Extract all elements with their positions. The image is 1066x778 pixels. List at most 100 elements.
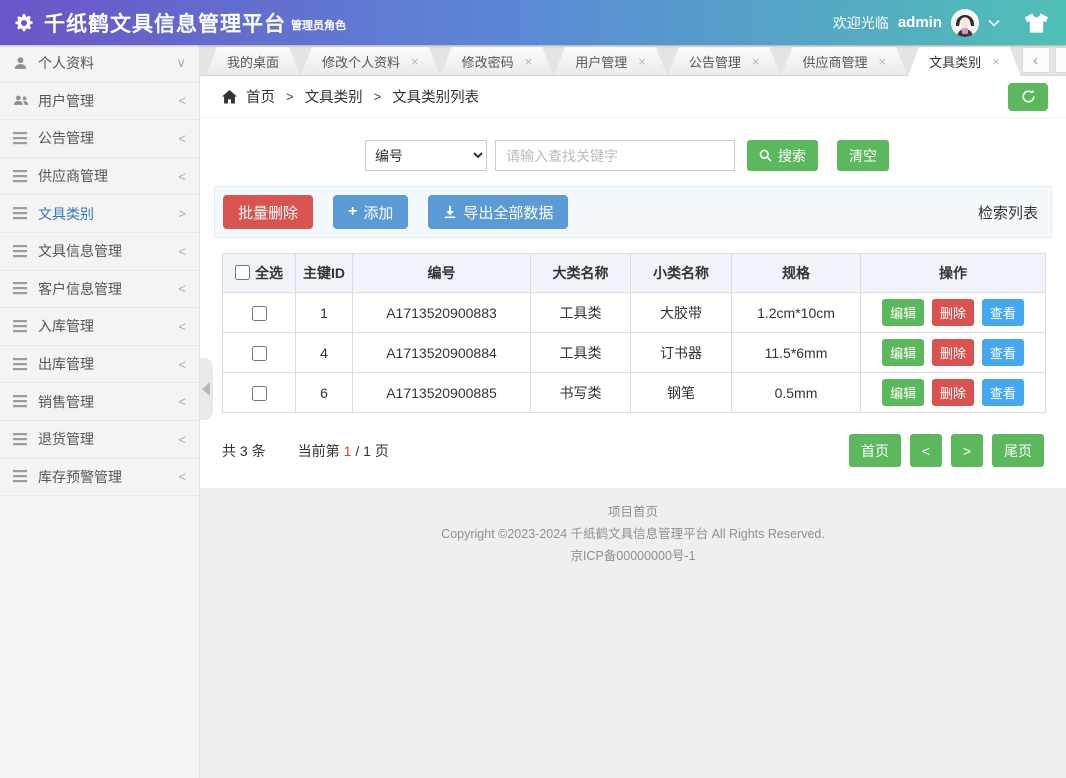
close-icon[interactable]: ×	[752, 54, 760, 69]
username: admin	[898, 14, 942, 31]
chevron-down-icon: ∨	[176, 55, 186, 71]
menu-icon	[12, 170, 29, 183]
col-header-actions: 操作	[861, 254, 1046, 293]
clear-button[interactable]: 清空	[837, 140, 889, 171]
avatar[interactable]	[951, 9, 979, 37]
role-badge: 管理员角色	[291, 17, 346, 38]
screen: 千纸鹤文具信息管理平台 管理员角色 欢迎光临 admin 个人资料 ∨	[0, 0, 1066, 778]
body-row: 个人资料 ∨ 用户管理 < 公告管理 < 供应商管理 < 文具类别 >	[0, 45, 1066, 778]
menu-icon	[12, 282, 29, 295]
content: 编号 搜索 清空 批量删除 +	[200, 118, 1066, 488]
refresh-icon	[1021, 89, 1036, 104]
last-page-button[interactable]: 尾页	[992, 434, 1044, 467]
next-page-button[interactable]: >	[951, 434, 983, 467]
tab-desktop[interactable]: 我的桌面	[206, 47, 300, 75]
pagination-row: 共 3 条 当前第 1 / 1 页 首页 < > 尾页	[222, 434, 1044, 467]
close-icon[interactable]: ×	[878, 54, 886, 69]
menu-icon	[12, 358, 29, 371]
col-header-id: 主键ID	[296, 254, 353, 293]
tshirt-icon[interactable]	[1025, 13, 1048, 33]
edit-button[interactable]: 编辑	[882, 379, 924, 406]
footer-icp: 京ICP备00000000号-1	[200, 545, 1066, 567]
delete-button[interactable]: 删除	[932, 379, 974, 406]
close-icon[interactable]: ×	[992, 54, 1000, 69]
edit-button[interactable]: 编辑	[882, 299, 924, 326]
tab-change-password[interactable]: 修改密码 ×	[441, 47, 554, 75]
delete-button[interactable]: 删除	[932, 299, 974, 326]
app-header: 千纸鹤文具信息管理平台 管理员角色 欢迎光临 admin	[0, 0, 1066, 45]
chevron-left-icon: <	[178, 432, 186, 447]
sidebar-item-stationery-category[interactable]: 文具类别 >	[0, 195, 199, 233]
sidebar-item-outbound[interactable]: 出库管理 <	[0, 346, 199, 384]
chevron-left-icon: <	[178, 93, 186, 108]
plus-icon: +	[348, 203, 357, 221]
tab-edit-profile[interactable]: 修改个人资料 ×	[301, 47, 440, 75]
brand: 千纸鹤文具信息管理平台 管理员角色	[14, 8, 346, 38]
tab-announcement-management[interactable]: 公告管理 ×	[668, 47, 781, 75]
footer-project-link[interactable]: 项目首页	[200, 501, 1066, 523]
chevron-left-icon: <	[178, 394, 186, 409]
sidebar-item-stock-alert[interactable]: 库存预警管理 <	[0, 459, 199, 497]
col-header-spec: 规格	[732, 254, 861, 293]
tab-scroll-right-button[interactable]: ›	[1055, 47, 1066, 73]
menu-icon	[12, 433, 29, 446]
chevron-left-icon: <	[178, 131, 186, 146]
sidebar-item-inbound[interactable]: 入库管理 <	[0, 308, 199, 346]
search-field-select[interactable]: 编号	[365, 140, 487, 171]
tab-scroll-left-button[interactable]: ‹	[1022, 47, 1050, 73]
sidebar-item-returns[interactable]: 退货管理 <	[0, 421, 199, 459]
menu-icon	[12, 207, 29, 220]
search-input[interactable]	[495, 140, 735, 171]
sidebar: 个人资料 ∨ 用户管理 < 公告管理 < 供应商管理 < 文具类别 >	[0, 45, 200, 778]
col-header-minor: 小类名称	[631, 254, 732, 293]
view-button[interactable]: 查看	[982, 339, 1024, 366]
table-row: 4 A1713520900884 工具类 订书器 11.5*6mm 编辑 删除 …	[223, 333, 1046, 373]
main-area: 我的桌面 修改个人资料 × 修改密码 × 用户管理 × 公告管理 ×	[200, 45, 1066, 778]
sidebar-collapse-handle[interactable]	[200, 358, 213, 420]
edit-button[interactable]: 编辑	[882, 339, 924, 366]
tab-supplier-management[interactable]: 供应商管理 ×	[781, 47, 907, 75]
sidebar-item-sales[interactable]: 销售管理 <	[0, 383, 199, 421]
total-pages-text: / 1 页	[355, 441, 388, 461]
close-icon[interactable]: ×	[638, 54, 646, 69]
view-button[interactable]: 查看	[982, 299, 1024, 326]
menu-icon	[12, 470, 29, 483]
sidebar-item-suppliers[interactable]: 供应商管理 <	[0, 158, 199, 196]
sidebar-item-customer-info[interactable]: 客户信息管理 <	[0, 271, 199, 309]
tab-bar: 我的桌面 修改个人资料 × 修改密码 × 用户管理 × 公告管理 ×	[200, 45, 1066, 76]
chevron-down-icon[interactable]	[988, 19, 1000, 27]
sidebar-item-stationery-info[interactable]: 文具信息管理 <	[0, 233, 199, 271]
row-checkbox[interactable]	[252, 306, 267, 321]
row-checkbox[interactable]	[252, 346, 267, 361]
refresh-button[interactable]	[1008, 83, 1048, 111]
tab-user-management[interactable]: 用户管理 ×	[554, 47, 667, 75]
col-header-major: 大类名称	[531, 254, 631, 293]
close-icon[interactable]: ×	[525, 54, 533, 69]
export-all-button[interactable]: 导出全部数据	[428, 195, 568, 229]
breadcrumb-home[interactable]: 首页	[246, 86, 275, 107]
chevron-left-icon: <	[178, 319, 186, 334]
add-button[interactable]: + 添加	[333, 195, 408, 229]
search-button[interactable]: 搜索	[747, 140, 818, 171]
search-icon	[759, 149, 772, 162]
delete-button[interactable]: 删除	[932, 339, 974, 366]
tab-stationery-category[interactable]: 文具类别 ×	[908, 47, 1021, 76]
prev-page-button[interactable]: <	[910, 434, 942, 467]
sidebar-item-profile[interactable]: 个人资料 ∨	[0, 45, 199, 83]
sidebar-item-announcements[interactable]: 公告管理 <	[0, 120, 199, 158]
close-icon[interactable]: ×	[411, 54, 419, 69]
app-title: 千纸鹤文具信息管理平台	[44, 8, 286, 38]
breadcrumb-category[interactable]: 文具类别	[305, 86, 363, 107]
current-page-label: 当前第	[298, 441, 340, 461]
batch-delete-button[interactable]: 批量删除	[223, 195, 313, 229]
sidebar-item-users[interactable]: 用户管理 <	[0, 83, 199, 121]
view-button[interactable]: 查看	[982, 379, 1024, 406]
person-icon	[12, 56, 29, 71]
users-icon	[12, 94, 29, 108]
first-page-button[interactable]: 首页	[849, 434, 901, 467]
row-checkbox[interactable]	[252, 386, 267, 401]
category-table: 全选 主键ID 编号 大类名称 小类名称 规格 操作	[222, 253, 1046, 413]
menu-icon	[12, 395, 29, 408]
select-all-checkbox[interactable]	[235, 265, 250, 280]
select-all-label: 全选	[255, 263, 283, 283]
